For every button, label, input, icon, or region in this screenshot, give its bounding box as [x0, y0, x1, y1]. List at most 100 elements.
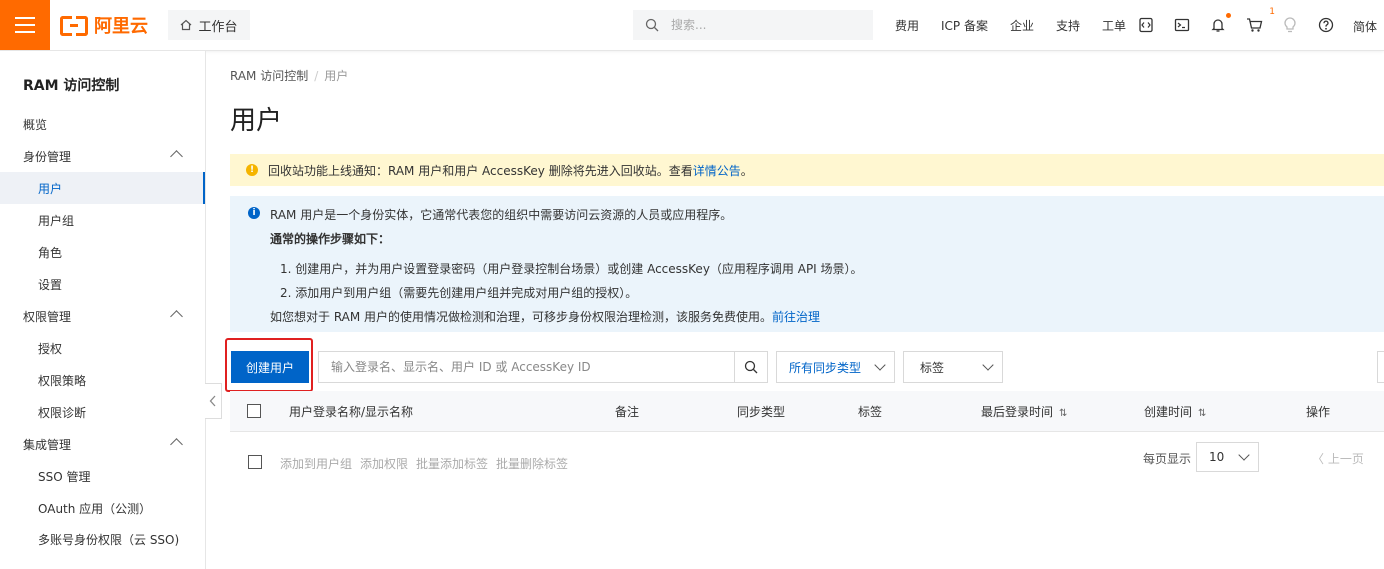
- column-header-last-login[interactable]: 最后登录时间 ⇅: [981, 403, 1067, 420]
- column-header-sync-type: 同步类型: [737, 405, 786, 419]
- user-search-button[interactable]: [734, 352, 767, 382]
- search-icon: [645, 18, 659, 32]
- workbench-button[interactable]: 工作台: [168, 10, 250, 40]
- sidebar-item-policies[interactable]: 权限策略: [0, 364, 205, 396]
- sidebar-item-label: 角色: [38, 245, 63, 260]
- sidebar-item-user-groups[interactable]: 用户组: [0, 204, 205, 236]
- global-search-input[interactable]: [669, 17, 853, 33]
- chevron-down-icon: [1238, 449, 1250, 461]
- help-icon[interactable]: [1317, 16, 1335, 34]
- info-icon: i: [248, 207, 260, 219]
- column-header-remark: 备注: [615, 405, 640, 419]
- sort-icon[interactable]: ⇅: [1198, 408, 1206, 419]
- sidebar-collapse-handle[interactable]: [205, 383, 222, 419]
- hamburger-menu-icon[interactable]: [0, 0, 50, 50]
- nav-link-billing[interactable]: 费用: [895, 17, 919, 34]
- breadcrumb: RAM 访问控制 / 用户: [230, 67, 348, 84]
- chevron-left-icon: 〈: [1312, 452, 1325, 466]
- create-user-button[interactable]: 创建用户: [231, 351, 309, 383]
- sidebar-item-roles[interactable]: 角色: [0, 236, 205, 268]
- terminal-icon[interactable]: [1173, 16, 1191, 34]
- column-header-tags: 标签: [858, 405, 883, 419]
- batch-select-checkbox[interactable]: [248, 455, 262, 469]
- nav-link-icp[interactable]: ICP 备案: [941, 17, 988, 34]
- recycle-bin-notice: ! 回收站功能上线通知：RAM 用户和用户 AccessKey 删除将先进入回收…: [230, 154, 1384, 186]
- user-table-header: 用户登录名称/显示名称 备注 同步类型 标签 最后登录时间 ⇅ 创建时间 ⇅ 操作: [230, 391, 1384, 432]
- top-nav-links: 费用 ICP 备案 企业 支持 工单: [895, 0, 1148, 50]
- batch-add-tags[interactable]: 批量添加标签: [416, 455, 488, 472]
- batch-add-to-group[interactable]: 添加到用户组: [280, 455, 352, 472]
- aliyun-logo[interactable]: 阿里云: [60, 13, 148, 37]
- sidebar-item-overview[interactable]: 概览: [0, 108, 205, 140]
- cart-icon[interactable]: 1: [1245, 7, 1275, 34]
- column-header-actions: 操作: [1306, 405, 1331, 419]
- page-size-select[interactable]: 10: [1196, 442, 1259, 472]
- home-icon: [181, 19, 192, 31]
- user-search: [318, 351, 768, 383]
- sidebar-title: RAM 访问控制: [23, 78, 120, 94]
- prev-page-button[interactable]: 〈 上一页: [1312, 450, 1364, 467]
- select-all-checkbox[interactable]: [247, 404, 261, 418]
- bell-icon[interactable]: [1209, 13, 1231, 34]
- sort-icon[interactable]: ⇅: [1059, 408, 1067, 419]
- global-search[interactable]: [633, 10, 873, 40]
- chevron-down-icon: [874, 359, 886, 371]
- top-bar: 阿里云 工作台 费用 ICP 备案 企业 支持 工单 1 简体: [0, 0, 1384, 51]
- sync-type-select[interactable]: 所有同步类型: [776, 351, 895, 383]
- notice-details-link[interactable]: 详情公告: [693, 162, 741, 179]
- batch-add-permission[interactable]: 添加权限: [360, 455, 408, 472]
- notice-text: 回收站功能上线通知：RAM 用户和用户 AccessKey 删除将先进入回收站。…: [268, 163, 693, 178]
- sidebar-item-settings[interactable]: 设置: [0, 268, 205, 300]
- column-settings-button[interactable]: [1377, 351, 1384, 383]
- sidebar-item-diagnosis[interactable]: 权限诊断: [0, 396, 205, 428]
- notice-suffix: 。: [740, 163, 753, 178]
- page-size-label: 每页显示: [1143, 452, 1192, 466]
- sidebar-item-sso[interactable]: SSO 管理: [0, 460, 205, 492]
- info-footer-text: 如您想对于 RAM 用户的使用情况做检测和治理，可移步身份权限治理检测，该服务免…: [270, 310, 773, 324]
- column-header-login-name: 用户登录名称/显示名称: [289, 405, 414, 419]
- sidebar-item-label: 设置: [38, 277, 63, 292]
- batch-remove-tags[interactable]: 批量删除标签: [496, 455, 568, 472]
- tag-select-value: 标签: [920, 360, 945, 375]
- breadcrumb-item-ram[interactable]: RAM 访问控制: [230, 69, 308, 83]
- sidebar-group-permissions[interactable]: 权限管理: [0, 300, 205, 332]
- lightbulb-icon[interactable]: [1281, 16, 1299, 34]
- sidebar-item-label: 用户组: [38, 213, 75, 228]
- sidebar-item-grants[interactable]: 授权: [0, 332, 205, 364]
- sidebar-item-oauth[interactable]: OAuth 应用（公测）: [0, 492, 205, 524]
- info-step-1: 1. 创建用户，并为用户设置登录密码（用户登录控制台场景）或创建 AccessK…: [280, 262, 863, 276]
- info-description: RAM 用户是一个身份实体，它通常代表您的组织中需要访问云资源的人员或应用程序。: [270, 208, 733, 222]
- logo-text: 阿里云: [94, 16, 148, 37]
- sidebar-item-cloud-sso[interactable]: 多账号身份权限（云 SSO): [0, 523, 205, 555]
- prev-page-label: 上一页: [1327, 452, 1364, 466]
- tag-select[interactable]: 标签: [903, 351, 1003, 383]
- sidebar-item-label: 集成管理: [23, 437, 72, 452]
- cart-badge: 1: [1269, 7, 1275, 17]
- nav-link-support[interactable]: 支持: [1056, 17, 1080, 34]
- column-header-label: 创建时间: [1144, 405, 1193, 419]
- nav-link-enterprise[interactable]: 企业: [1010, 17, 1034, 34]
- sidebar-item-label: 权限策略: [38, 373, 87, 388]
- chevron-down-icon: [982, 359, 994, 371]
- sidebar-item-label: 授权: [38, 341, 63, 356]
- sidebar-group-identity[interactable]: 身份管理: [0, 140, 205, 172]
- page-title: 用户: [230, 106, 283, 136]
- column-header-created[interactable]: 创建时间 ⇅: [1144, 403, 1206, 420]
- table-footer: 添加到用户组 添加权限 批量添加标签 批量删除标签 每页显示 10 〈 上一页: [230, 442, 1384, 482]
- info-heading: 通常的操作步骤如下：: [270, 232, 391, 246]
- sidebar-item-users[interactable]: 用户: [0, 172, 205, 204]
- sidebar-group-integration[interactable]: 集成管理: [0, 428, 205, 460]
- code-icon[interactable]: [1137, 16, 1155, 34]
- search-icon: [744, 360, 758, 374]
- ram-user-info-box: i RAM 用户是一个身份实体，它通常代表您的组织中需要访问云资源的人员或应用程…: [230, 196, 1384, 332]
- governance-link[interactable]: 前往治理: [772, 310, 820, 324]
- sidebar-item-label: 概览: [23, 117, 48, 132]
- nav-link-ticket[interactable]: 工单: [1102, 17, 1126, 34]
- language-switch[interactable]: 简体: [1353, 18, 1377, 35]
- sidebar-item-label: 权限诊断: [38, 405, 87, 420]
- chevron-left-icon: [209, 395, 216, 407]
- notification-dot: [1226, 13, 1231, 18]
- user-search-input[interactable]: [319, 352, 734, 382]
- breadcrumb-separator: /: [314, 69, 319, 83]
- page-size-value: 10: [1209, 450, 1225, 464]
